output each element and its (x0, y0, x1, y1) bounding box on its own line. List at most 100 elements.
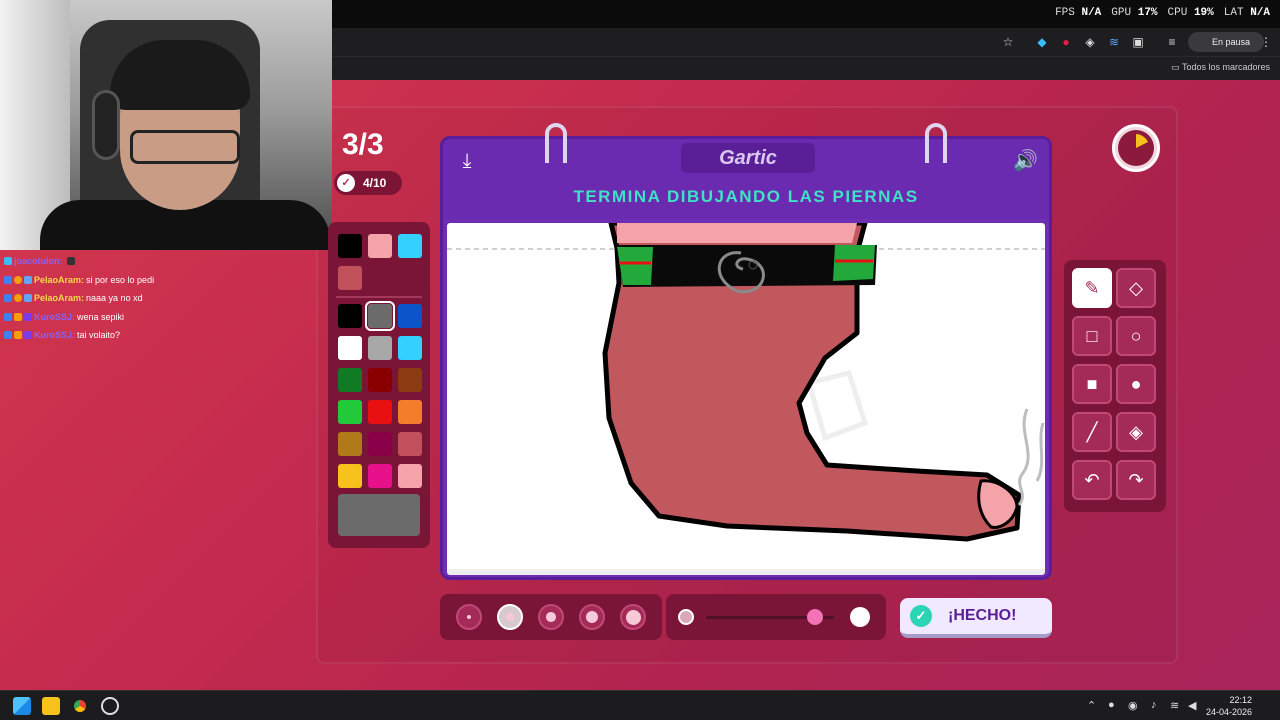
file-explorer-icon[interactable] (42, 697, 60, 715)
color-swatch[interactable] (368, 400, 392, 424)
color-swatch[interactable] (398, 368, 422, 392)
brush-size-button[interactable] (579, 604, 605, 630)
drawing-canvas[interactable] (447, 223, 1045, 575)
binder-ring (545, 123, 567, 163)
circle-fill-icon: ● (1130, 373, 1142, 394)
puzzle-icon[interactable]: ▣ (1130, 34, 1146, 50)
players-done-count: 4/10 (363, 176, 387, 190)
chat-badge-icon (4, 257, 12, 266)
line-icon: ╱ (1086, 421, 1098, 442)
color-swatch[interactable] (338, 336, 362, 360)
obs-icon[interactable] (101, 697, 119, 715)
chat-badge-icon (14, 294, 22, 303)
color-swatch[interactable] (338, 464, 362, 488)
color-swatch[interactable] (338, 400, 362, 424)
recent-color-swatch[interactable] (338, 266, 362, 290)
color-swatch[interactable] (338, 368, 362, 392)
brush-dot-icon (466, 614, 472, 620)
all-bookmarks-link[interactable]: ▭ Todos los marcadores (1171, 62, 1270, 73)
webcam-overlay (0, 0, 332, 250)
done-button[interactable]: ✓ ¡HECHO! (900, 598, 1052, 638)
color-swatch[interactable] (368, 432, 392, 456)
line-tool[interactable]: ╱ (1072, 412, 1112, 452)
stream-chat: joacotulon: PelaoAram: si por eso lo ped… (4, 252, 334, 345)
brush-size-button[interactable] (497, 604, 523, 630)
palette-divider (336, 296, 422, 298)
bucket-tool[interactable]: ◈ (1116, 412, 1156, 452)
color-swatch[interactable] (365, 301, 395, 331)
overlay-stats-bar: FPS N/A GPU 17% CPU 19% LAT N/A (332, 0, 1280, 28)
clock-date: 24-04-2026 (1205, 707, 1252, 717)
crown-icon (14, 312, 22, 321)
brush-dot-icon (506, 613, 514, 621)
chat-username: PelaoAram: (34, 274, 85, 285)
pencil-tool[interactable]: ✎ (1072, 268, 1112, 308)
system-clock[interactable]: 22:12 24-04-2026 (1206, 694, 1252, 718)
recent-color-swatch[interactable] (398, 234, 422, 258)
wifi-icon[interactable]: ≋ (1170, 699, 1179, 712)
color-swatch[interactable] (398, 336, 422, 360)
brush-size-panel (440, 594, 662, 640)
opacity-panel (666, 594, 886, 640)
windows-taskbar: ⌃ ● ◉ ♪ ≋ ◀ 22:12 24-04-2026 (0, 690, 1280, 720)
color-swatch[interactable] (398, 464, 422, 488)
performance-stats: FPS N/A GPU 17% CPU 19% LAT N/A (1055, 7, 1270, 19)
drawn-smoke (1035, 422, 1045, 482)
bookmark-star-icon[interactable]: ☆ (1000, 34, 1016, 50)
color-swatch[interactable] (368, 464, 392, 488)
bucket-icon: ◈ (1129, 421, 1143, 442)
chat-text: naaa ya no xd (86, 293, 143, 304)
chat-username: PelaoAram: (34, 293, 85, 304)
brush-dot-icon (625, 609, 641, 625)
menu-icon[interactable]: ⋮ (1258, 34, 1274, 50)
chrome-icon[interactable] (71, 697, 89, 715)
rectangle-fill-tool[interactable]: ■ (1072, 364, 1112, 404)
color-swatch[interactable] (338, 304, 362, 328)
pencil-icon: ✎ (1084, 277, 1100, 298)
rectangle-outline-tool[interactable]: □ (1072, 316, 1112, 356)
chevron-up-icon[interactable]: ⌃ (1087, 699, 1096, 712)
circle-outline-icon: ○ (1130, 325, 1142, 346)
color-swatch[interactable] (398, 400, 422, 424)
current-color-preview (338, 494, 420, 536)
volume-icon[interactable]: ◀ (1188, 699, 1196, 712)
eraser-icon: ◇ (1129, 277, 1143, 298)
extension-icon[interactable]: ◈ (1082, 34, 1098, 50)
opacity-slider-thumb[interactable] (806, 609, 823, 625)
color-swatch[interactable] (338, 432, 362, 456)
round-timer (1112, 124, 1160, 172)
board-header: ⤓ Gartic 🔊 TERMINA DIBUJANDO LAS PIERNAS (443, 139, 1049, 219)
opacity-low-icon (678, 609, 694, 625)
ellipse-fill-tool[interactable]: ● (1116, 364, 1156, 404)
redo-button[interactable]: ↷ (1116, 460, 1156, 500)
color-swatch[interactable] (398, 432, 422, 456)
glasses (130, 130, 240, 164)
recent-color-swatch[interactable] (368, 234, 392, 258)
color-swatch[interactable] (398, 304, 422, 328)
recent-color-swatch[interactable] (338, 234, 362, 258)
square-outline-icon: □ (1086, 325, 1098, 346)
color-swatch[interactable] (368, 336, 392, 360)
eraser-tool[interactable]: ◇ (1116, 268, 1156, 308)
extension-icon[interactable]: ◆ (1034, 34, 1050, 50)
paused-profile-chip[interactable]: En pausa (1188, 32, 1264, 52)
tray-app-icon[interactable]: ● (1108, 699, 1115, 711)
ellipse-outline-tool[interactable]: ○ (1116, 316, 1156, 356)
color-swatch[interactable] (368, 368, 392, 392)
media-control-icon[interactable]: ≡ (1164, 34, 1180, 50)
brush-size-button[interactable] (620, 604, 646, 630)
chat-badge-icon (14, 275, 22, 284)
microphone-icon[interactable]: ♪ (1151, 699, 1157, 711)
windows-start-icon[interactable] (13, 697, 31, 715)
brush-size-button[interactable] (456, 604, 482, 630)
extension-icon[interactable]: ≋ (1106, 34, 1122, 50)
undo-button[interactable]: ↶ (1072, 460, 1112, 500)
drawn-smoke (1017, 408, 1030, 506)
speaker-icon[interactable]: 🔊 (1013, 149, 1038, 173)
steam-icon[interactable]: ◉ (1128, 699, 1138, 712)
brush-size-button[interactable] (538, 604, 564, 630)
drawing-board: ⤓ Gartic 🔊 TERMINA DIBUJANDO LAS PIERNAS (440, 123, 1052, 580)
extension-icon[interactable]: ● (1058, 34, 1074, 50)
download-icon[interactable]: ⤓ (455, 149, 479, 173)
square-fill-icon: ■ (1086, 373, 1098, 394)
